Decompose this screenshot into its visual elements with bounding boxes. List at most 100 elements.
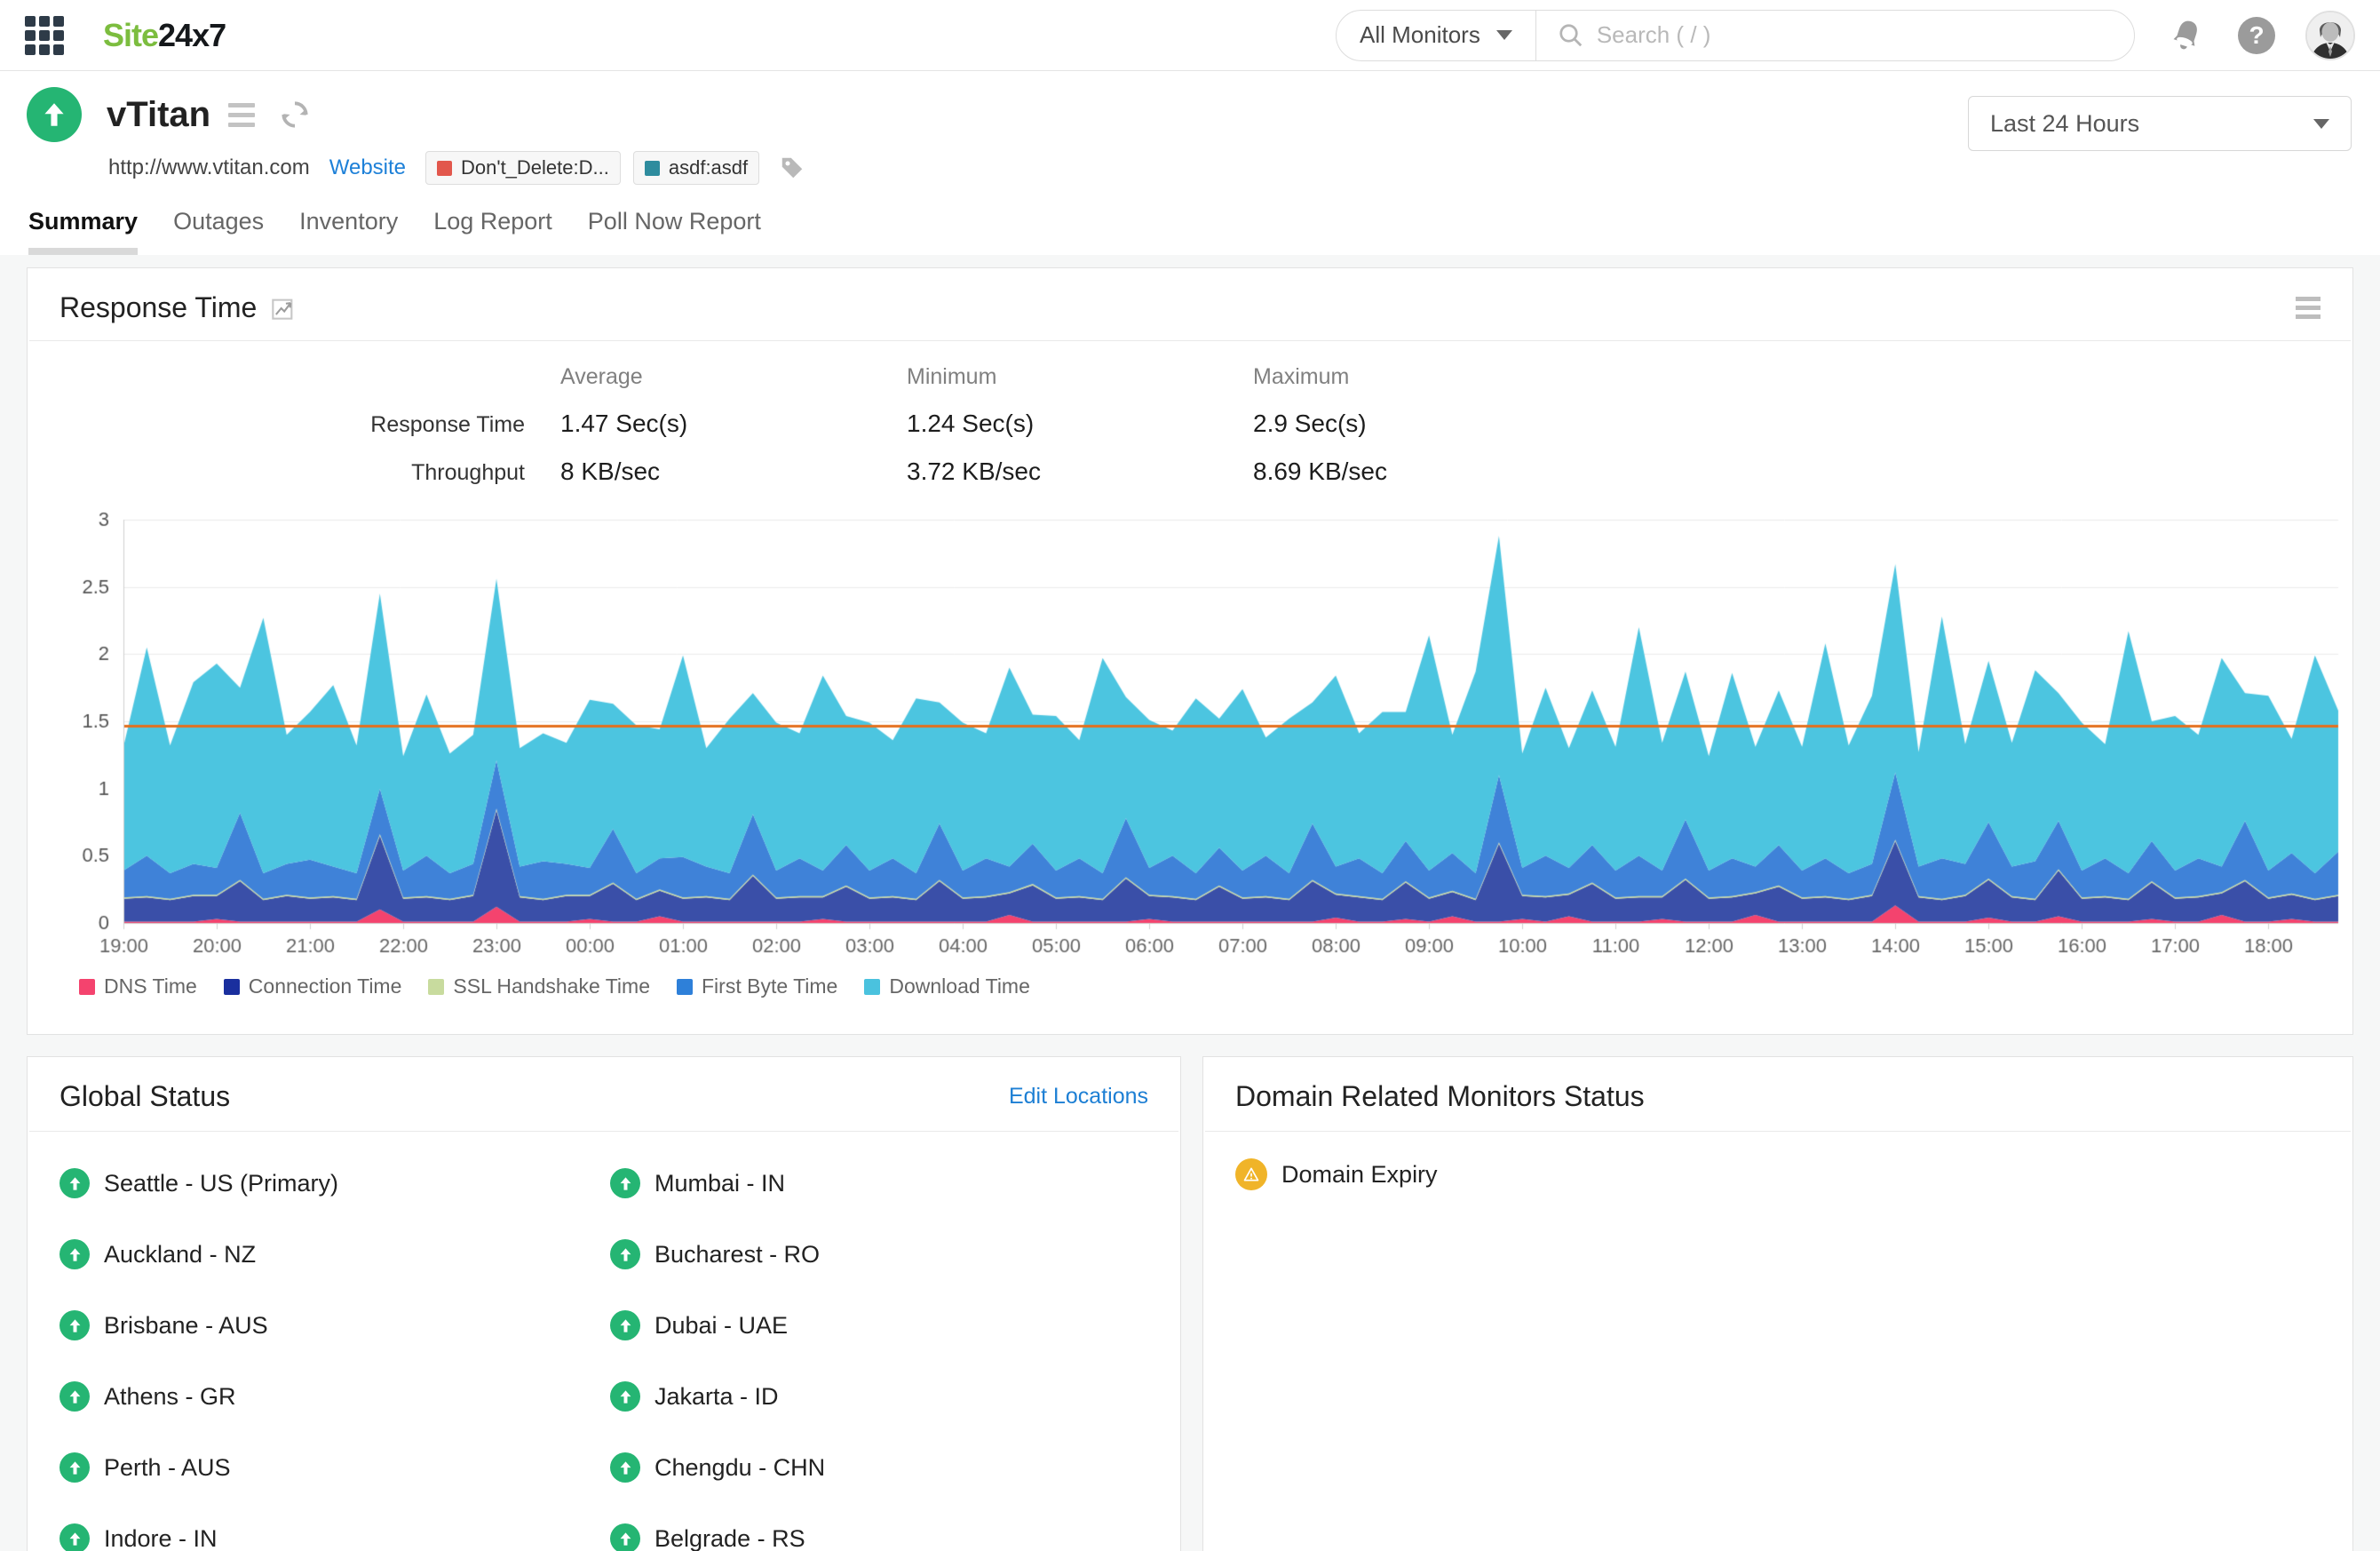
tag-color-swatch xyxy=(645,161,660,176)
status-up-icon xyxy=(60,1381,90,1412)
legend-label: Connection Time xyxy=(249,974,402,998)
location-label: Auckland - NZ xyxy=(104,1241,256,1269)
status-up-icon xyxy=(610,1523,640,1551)
chart-legend: DNS Time Connection Time SSL Handshake Tim… xyxy=(79,974,2352,998)
location-item[interactable]: Brisbane - AUS xyxy=(60,1310,610,1340)
location-item[interactable]: Seattle - US (Primary) xyxy=(60,1168,610,1198)
location-item[interactable]: Dubai - UAE xyxy=(610,1310,1148,1340)
response-stats-table: AverageMinimumMaximumResponse Time1.47 S… xyxy=(28,364,2352,486)
response-time-chart[interactable] xyxy=(38,504,2347,966)
tab-log-report[interactable]: Log Report xyxy=(433,208,552,255)
help-button[interactable]: ? xyxy=(2238,17,2275,54)
location-label: Belgrade - RS xyxy=(654,1525,805,1551)
legend-swatch xyxy=(428,979,444,995)
location-item[interactable]: Athens - GR xyxy=(60,1381,610,1412)
location-label: Perth - AUS xyxy=(104,1454,231,1482)
logo-text-green: Site xyxy=(103,17,158,53)
legend-label: DNS Time xyxy=(104,974,197,998)
top-bar: Site24x7 All Monitors Search ( / ) xyxy=(0,0,2380,71)
tab-poll-now-report[interactable]: Poll Now Report xyxy=(588,208,761,255)
location-item[interactable]: Indore - IN xyxy=(60,1523,610,1551)
time-range-dropdown[interactable]: Last 24 Hours xyxy=(1968,96,2352,151)
location-item[interactable]: Belgrade - RS xyxy=(610,1523,1148,1551)
tab-outages[interactable]: Outages xyxy=(173,208,264,255)
legend-swatch xyxy=(224,979,240,995)
location-item[interactable]: Bucharest - RO xyxy=(610,1239,1148,1269)
monitor-url: http://www.vtitan.com xyxy=(108,155,310,180)
tag-icon[interactable] xyxy=(779,155,805,181)
panel-menu-icon[interactable] xyxy=(2296,297,2320,319)
legend-item-connection-time[interactable]: Connection Time xyxy=(224,974,402,998)
response-panel-title: Response Time xyxy=(60,291,257,324)
monitor-header: vTitan http://www.vtitan.com Website Don… xyxy=(0,71,2380,255)
question-mark-icon: ? xyxy=(2238,17,2275,54)
global-status-title: Global Status xyxy=(60,1080,230,1113)
stats-row-label: Response Time xyxy=(28,412,560,438)
stats-value: 8 KB/sec xyxy=(560,457,907,486)
legend-item-download-time[interactable]: Download Time xyxy=(864,974,1030,998)
avatar-person-icon xyxy=(2307,12,2353,59)
stats-value: 2.9 Sec(s) xyxy=(1253,410,1697,438)
chevron-down-icon xyxy=(1496,30,1512,40)
legend-item-dns-time[interactable]: DNS Time xyxy=(79,974,197,998)
location-list: Seattle - US (Primary) Auckland - NZ Brisb… xyxy=(28,1132,1180,1551)
tab-inventory[interactable]: Inventory xyxy=(299,208,398,255)
legend-item-ssl-handshake-time[interactable]: SSL Handshake Time xyxy=(428,974,650,998)
trend-popout-icon[interactable] xyxy=(271,296,296,321)
status-up-icon xyxy=(60,1310,90,1340)
status-up-icon xyxy=(60,1523,90,1551)
location-label: Jakarta - ID xyxy=(654,1383,779,1411)
monitor-menu-icon[interactable] xyxy=(228,103,255,127)
legend-label: Download Time xyxy=(889,974,1030,998)
status-up-icon xyxy=(610,1452,640,1483)
search-input[interactable]: Search ( / ) xyxy=(1536,21,2134,49)
location-label: Athens - GR xyxy=(104,1383,236,1411)
stats-row-label: Throughput xyxy=(28,460,560,486)
location-item[interactable]: Jakarta - ID xyxy=(610,1381,1148,1412)
domain-monitor-item[interactable]: Domain Expiry xyxy=(1235,1158,2320,1190)
user-avatar[interactable] xyxy=(2305,11,2355,60)
stats-value: 1.24 Sec(s) xyxy=(907,410,1253,438)
monitor-tag-chip[interactable]: asdf:asdf xyxy=(633,151,759,185)
legend-swatch xyxy=(79,979,95,995)
legend-swatch xyxy=(677,979,693,995)
status-up-icon xyxy=(610,1310,640,1340)
stats-col-header: Average xyxy=(560,364,907,390)
tab-bar: Summary Outages Inventory Log Report Poll No… xyxy=(28,208,2353,255)
search-bar: All Monitors Search ( / ) xyxy=(1336,10,2135,61)
status-up-icon xyxy=(610,1381,640,1412)
logo-text-black: 24x7 xyxy=(158,17,226,53)
legend-item-first-byte-time[interactable]: First Byte Time xyxy=(677,974,837,998)
monitor-tag-chip[interactable]: Don't_Delete:D... xyxy=(425,151,621,185)
site24x7-logo[interactable]: Site24x7 xyxy=(103,17,226,54)
time-range-label: Last 24 Hours xyxy=(1990,110,2139,138)
notifications-button[interactable] xyxy=(2169,16,2204,55)
location-item[interactable]: Auckland - NZ xyxy=(60,1239,610,1269)
status-up-icon xyxy=(60,1452,90,1483)
domain-monitors-panel: Domain Related Monitors Status Domain Ex… xyxy=(1202,1056,2353,1551)
location-item[interactable]: Mumbai - IN xyxy=(610,1168,1148,1198)
location-item[interactable]: Chengdu - CHN xyxy=(610,1452,1148,1483)
monitor-filter-dropdown[interactable]: All Monitors xyxy=(1337,11,1535,60)
monitor-type-link[interactable]: Website xyxy=(329,155,406,180)
status-up-icon xyxy=(610,1168,640,1198)
search-placeholder: Search ( / ) xyxy=(1597,21,1711,49)
monitor-filter-label: All Monitors xyxy=(1360,21,1480,49)
refresh-icon[interactable] xyxy=(278,98,312,131)
location-item[interactable]: Perth - AUS xyxy=(60,1452,610,1483)
tag-color-swatch xyxy=(437,161,452,176)
domain-monitor-label: Domain Expiry xyxy=(1281,1161,1438,1189)
response-time-panel: Response Time AverageMinimumMaximumRespo… xyxy=(27,267,2353,1035)
location-label: Bucharest - RO xyxy=(654,1241,820,1269)
edit-locations-link[interactable]: Edit Locations xyxy=(1009,1084,1148,1110)
tag-label: Don't_Delete:D... xyxy=(461,156,609,179)
chevron-down-icon xyxy=(2313,119,2329,129)
tab-summary[interactable]: Summary xyxy=(28,208,138,255)
legend-swatch xyxy=(864,979,880,995)
monitor-status-up-icon xyxy=(27,87,82,142)
app-grid-icon[interactable] xyxy=(25,16,64,55)
global-status-panel: Global Status Edit Locations Seattle - U… xyxy=(27,1056,1181,1551)
location-label: Chengdu - CHN xyxy=(654,1454,825,1482)
status-up-icon xyxy=(60,1239,90,1269)
legend-label: SSL Handshake Time xyxy=(453,974,650,998)
